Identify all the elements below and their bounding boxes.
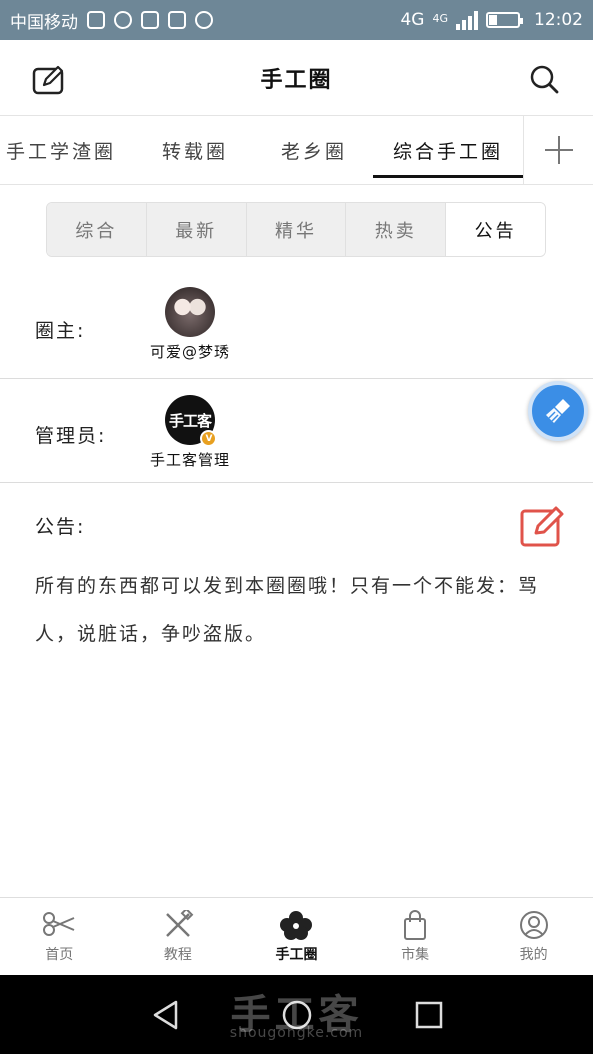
app-notification-icon: [195, 11, 213, 29]
notice-label: 公告:: [35, 516, 86, 538]
image-icon: [87, 11, 105, 29]
nav-label: 我的: [519, 946, 548, 963]
admin-label: 管理员:: [35, 425, 107, 447]
nav-market[interactable]: 市集: [356, 898, 475, 975]
owner-row: 圈主: 可爱@梦琇: [0, 276, 593, 379]
network-type: 4G: [400, 10, 425, 30]
nav-home[interactable]: 首页: [0, 898, 119, 975]
user-icon: [519, 910, 548, 939]
segment-all[interactable]: 综合: [47, 203, 147, 256]
nav-circle[interactable]: 手工圈: [237, 898, 356, 975]
search-icon[interactable]: [529, 64, 559, 94]
system-nav-bar: [0, 975, 593, 1054]
notification-icon: [114, 11, 132, 29]
signal-icon: [456, 10, 478, 30]
verified-badge: V: [200, 430, 217, 447]
circle-tabs: 手工学渣圈 转载圈 老乡圈 综合手工圈: [0, 116, 593, 185]
nav-label: 教程: [163, 946, 192, 963]
notice-content: 所有的东西都可以发到本圈圈哦！只有一个不能发：骂人，说脏话，争吵盗版。: [35, 575, 540, 645]
nav-label: 市集: [401, 946, 430, 963]
admin-name[interactable]: 手工客管理: [143, 449, 237, 470]
battery-icon: [486, 12, 523, 28]
nav-tutorials[interactable]: 教程: [119, 898, 238, 975]
carrier-name: 中国移动: [10, 12, 78, 33]
avatar[interactable]: 手工客 V: [165, 395, 217, 447]
owner-label: 圈主:: [35, 320, 86, 342]
add-circle-button[interactable]: [523, 116, 593, 184]
segment-latest[interactable]: 最新: [146, 203, 247, 256]
bottom-nav: 首页 教程 手工圈 市集 我的: [0, 897, 593, 975]
tab-circle[interactable]: 转载圈: [140, 116, 250, 184]
plus-icon: [544, 136, 573, 164]
tools-icon: [166, 909, 194, 937]
avatar[interactable]: [165, 287, 215, 337]
nav-profile[interactable]: 我的: [474, 898, 593, 975]
recents-icon[interactable]: [413, 999, 445, 1031]
status-bar: 中国移动 4G 4G 12:02: [0, 0, 593, 40]
owner-name[interactable]: 可爱@梦琇: [143, 341, 237, 362]
shopping-bag-icon: [404, 909, 427, 940]
broom-icon: [546, 399, 570, 423]
avatar-text: 手工客: [168, 411, 212, 430]
segment-notice[interactable]: 公告: [446, 203, 545, 256]
edit-notice-icon[interactable]: [520, 503, 566, 547]
tab-circle[interactable]: 老乡圈: [260, 116, 368, 184]
app-header: 手工圈: [0, 40, 593, 116]
owner-user[interactable]: 可爱@梦琇: [143, 287, 237, 362]
segment-hot[interactable]: 热卖: [346, 203, 447, 256]
compose-icon[interactable]: [32, 64, 66, 96]
segment-featured[interactable]: 精华: [246, 203, 347, 256]
clean-button[interactable]: [528, 381, 588, 441]
tab-circle-active[interactable]: 综合手工圈: [373, 116, 523, 184]
nav-label: 首页: [45, 946, 74, 963]
page-title: 手工圈: [260, 67, 333, 93]
clock: 12:02: [534, 10, 583, 30]
flower-icon: [280, 910, 313, 940]
back-icon[interactable]: [150, 999, 182, 1031]
tab-circle[interactable]: 手工学渣圈: [0, 116, 122, 184]
network-type-secondary: 4G: [432, 12, 448, 25]
home-icon[interactable]: [281, 999, 313, 1031]
app-notification-icon: [168, 11, 186, 29]
filter-segment: 综合 最新 精华 热卖 公告: [46, 202, 546, 257]
admin-row: 管理员: 手工客 V 手工客管理: [0, 379, 593, 483]
scissors-icon: [43, 911, 75, 936]
admin-user[interactable]: 手工客 V 手工客管理: [143, 395, 237, 470]
nav-label: 手工圈: [275, 946, 318, 963]
app-notification-icon: [141, 11, 159, 29]
